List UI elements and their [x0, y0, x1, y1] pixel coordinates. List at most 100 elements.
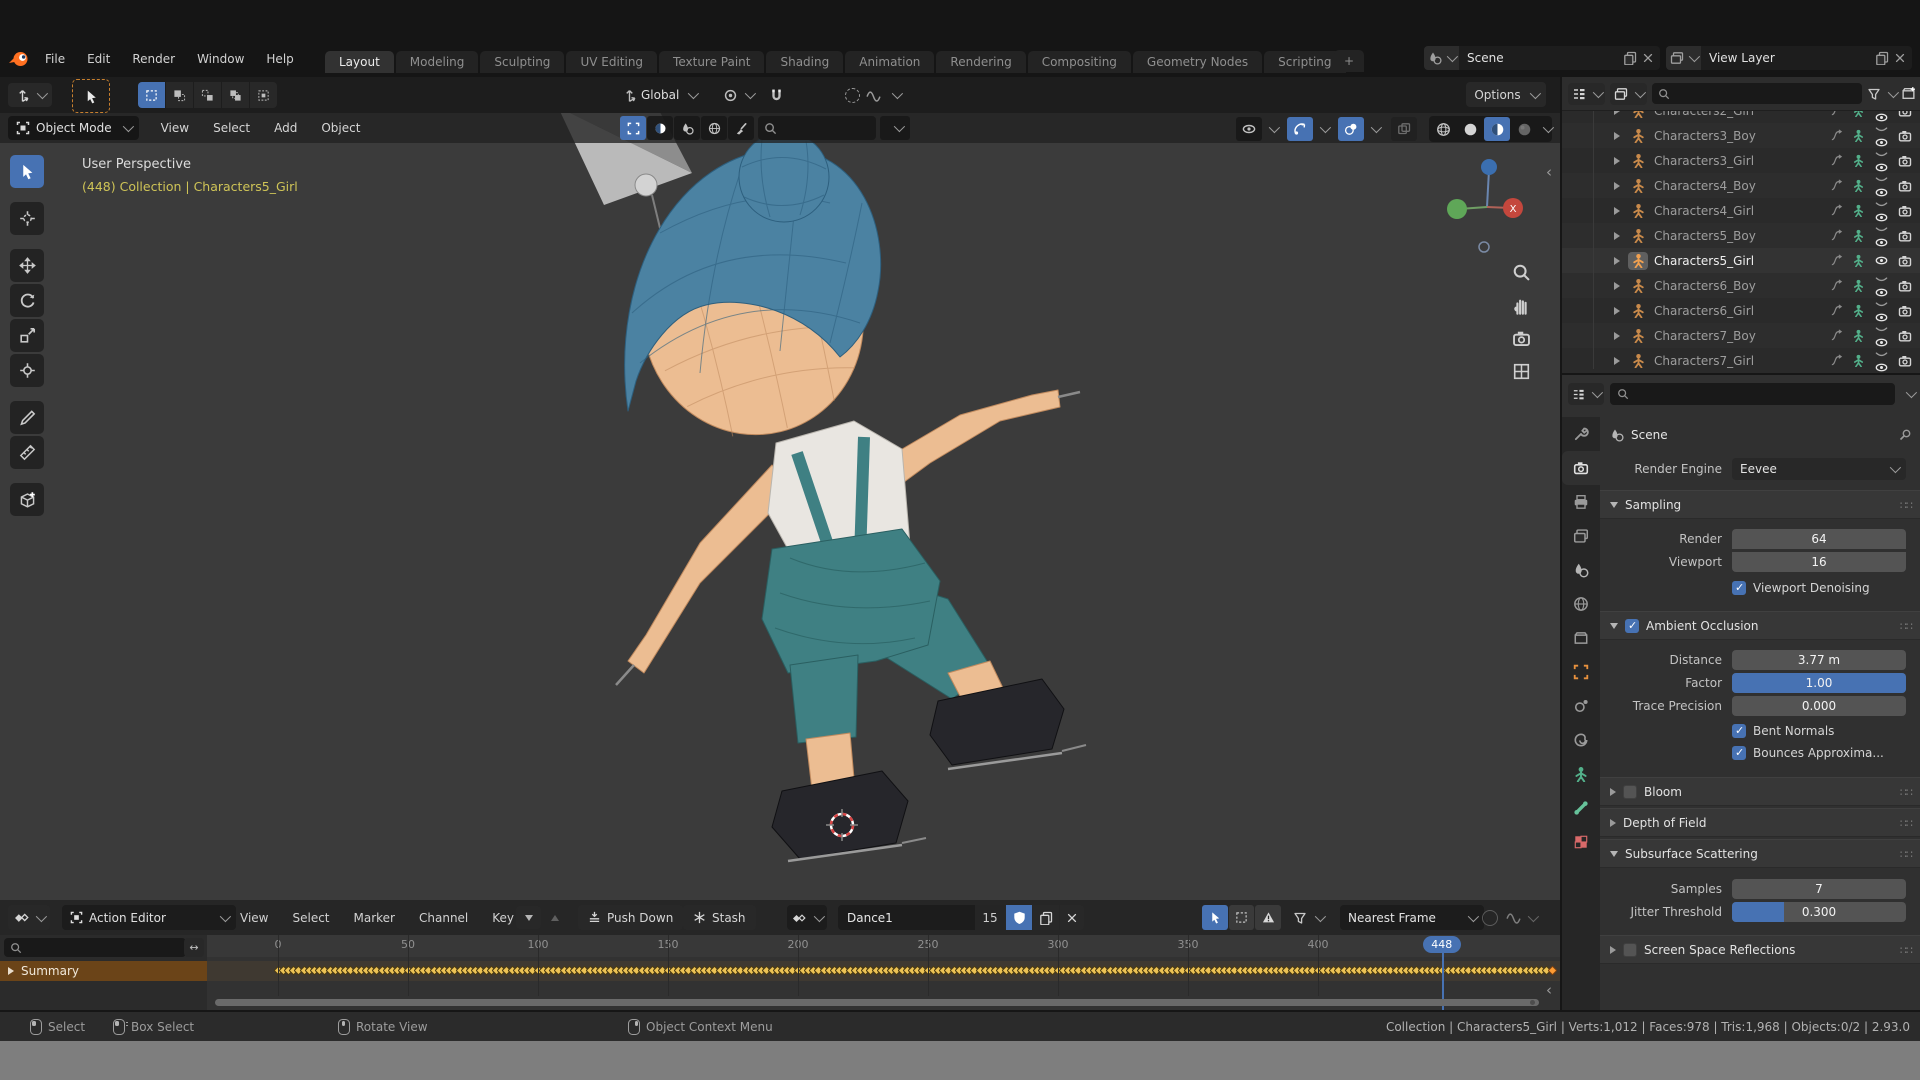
snap-toggle[interactable]: [769, 83, 784, 107]
shading-material-icon[interactable]: [1484, 117, 1510, 141]
close-view-layer-icon[interactable]: [1894, 52, 1906, 64]
filter-id-dropdown[interactable]: [1610, 82, 1647, 105]
properties-options-dropdown[interactable]: [1901, 387, 1914, 401]
sampling-render-field[interactable]: 64: [1732, 528, 1906, 549]
viewport-3d[interactable]: X Object Mode View Select Add Object Use…: [0, 113, 1560, 900]
filter-brush-icon[interactable]: [728, 116, 754, 140]
properties-tab-constraints[interactable]: [1562, 689, 1600, 723]
new-collection-button[interactable]: [1901, 86, 1916, 101]
scrollbar-handle[interactable]: [1530, 1000, 1535, 1005]
expand-icon[interactable]: [1614, 131, 1620, 140]
sampling-panel-header[interactable]: Sampling: [1600, 490, 1920, 519]
view-layer-name[interactable]: View Layer: [1701, 51, 1875, 65]
visibility-toggle[interactable]: [1874, 348, 1889, 374]
overlays-toggle-icon[interactable]: [1338, 117, 1364, 141]
properties-tab-collection[interactable]: [1562, 621, 1600, 655]
outliner-row[interactable]: Characters7_Girl: [1562, 348, 1920, 373]
tool-select-box-button[interactable]: [10, 155, 44, 188]
object-name[interactable]: Characters4_Girl: [1654, 204, 1830, 218]
snap-target-dropdown[interactable]: [723, 83, 753, 107]
visibility-toggle[interactable]: [1874, 198, 1889, 224]
expand-icon[interactable]: [1614, 256, 1620, 265]
object-name[interactable]: Characters7_Girl: [1654, 354, 1830, 368]
xray-toggle-icon[interactable]: [1391, 117, 1417, 141]
bloom-enable-checkbox[interactable]: [1623, 784, 1637, 799]
panel-drag-icon[interactable]: [1900, 847, 1912, 861]
dope-menu-item[interactable]: Marker: [342, 911, 407, 925]
ao-panel-header[interactable]: Ambient Occlusion: [1600, 611, 1920, 640]
filter-scene-icon[interactable]: [674, 116, 700, 140]
object-name[interactable]: Characters7_Boy: [1654, 329, 1830, 343]
outliner-row[interactable]: Characters3_Girl: [1562, 148, 1920, 173]
viewport-denoising-checkbox[interactable]: [1732, 581, 1746, 595]
topbar-menu-item[interactable]: Render: [121, 52, 186, 66]
sampling-viewport-field[interactable]: 16: [1732, 551, 1906, 572]
viewport-menu-item[interactable]: Select: [201, 121, 262, 135]
select-mode-intersect-button[interactable]: [250, 82, 277, 108]
outliner-row[interactable]: Characters2_Girl: [1562, 111, 1920, 123]
ortho-grid-icon[interactable]: [1512, 362, 1531, 381]
action-name-field[interactable]: Dance1: [838, 905, 983, 930]
render-visibility-icon[interactable]: [1898, 254, 1912, 268]
tool-move-button[interactable]: [10, 249, 44, 282]
viewport-menu-item[interactable]: View: [149, 121, 201, 135]
object-name[interactable]: Characters5_Boy: [1654, 229, 1830, 243]
properties-tab-bone[interactable]: [1562, 791, 1600, 825]
region-collapse-arrow[interactable]: ‹: [1546, 981, 1552, 999]
new-action-button[interactable]: [1033, 905, 1059, 930]
falloff-dropdown[interactable]: [887, 88, 900, 102]
dope-mode-dropdown[interactable]: Action Editor: [62, 905, 236, 930]
filter-object-icon[interactable]: [620, 116, 646, 140]
workspace-tab[interactable]: Compositing: [1027, 50, 1131, 73]
outliner-row[interactable]: Characters3_Boy: [1562, 123, 1920, 148]
pin-icon[interactable]: [1898, 428, 1912, 442]
action-browse-button[interactable]: [787, 905, 827, 930]
gizmos-dropdown[interactable]: [1315, 122, 1328, 136]
expand-icon[interactable]: [1614, 356, 1620, 365]
viewport-menu-item[interactable]: Object: [309, 121, 372, 135]
topbar-menu-item[interactable]: File: [34, 52, 76, 66]
properties-tab-material[interactable]: [1562, 825, 1600, 859]
tool-transform-button[interactable]: [10, 354, 44, 387]
expand-icon[interactable]: [1614, 181, 1620, 190]
outliner-row[interactable]: Characters5_Boy: [1562, 223, 1920, 248]
move-channel-up-button[interactable]: [543, 906, 566, 929]
dope-menu-item[interactable]: Channel: [407, 911, 480, 925]
fake-user-toggle[interactable]: [1006, 905, 1032, 930]
tool-measure-button[interactable]: [10, 436, 44, 469]
visibility-toggle[interactable]: [1874, 173, 1889, 199]
only-selected-toggle[interactable]: [1202, 905, 1228, 930]
properties-tab-output[interactable]: [1562, 485, 1600, 519]
visibility-toggle[interactable]: [1874, 223, 1889, 249]
close-scene-icon[interactable]: [1642, 52, 1654, 64]
render-visibility-icon[interactable]: [1898, 354, 1912, 368]
dope-editor-type-button[interactable]: [8, 905, 50, 930]
render-visibility-icon[interactable]: [1898, 329, 1912, 343]
workspace-tab[interactable]: Rendering: [936, 50, 1026, 73]
move-channel-down-button[interactable]: [516, 906, 541, 929]
object-name[interactable]: Characters2_Girl: [1654, 111, 1830, 118]
outliner-row[interactable]: Characters4_Boy: [1562, 173, 1920, 198]
new-scene-icon[interactable]: [1623, 51, 1637, 65]
action-users-count[interactable]: 15: [975, 905, 1005, 930]
tool-cursor-button[interactable]: [10, 202, 44, 235]
character-mesh[interactable]: [615, 131, 1087, 863]
proportional-edit-toggle[interactable]: [845, 87, 860, 103]
outliner-row[interactable]: Characters7_Boy: [1562, 323, 1920, 348]
object-name[interactable]: Characters6_Girl: [1654, 304, 1830, 318]
ao-distance-field[interactable]: 3.77 m: [1732, 649, 1906, 670]
filter-world-icon[interactable]: [701, 116, 727, 140]
falloff-dropdown[interactable]: [1506, 905, 1536, 930]
visibility-toggle[interactable]: [1874, 298, 1889, 324]
pan-hand-icon[interactable]: [1512, 296, 1531, 315]
workspace-tab[interactable]: Texture Paint: [659, 50, 765, 73]
only-errors-toggle[interactable]: [1255, 905, 1281, 930]
properties-tab-viewlayer[interactable]: [1562, 519, 1600, 553]
render-visibility-icon[interactable]: [1898, 179, 1912, 193]
stash-button[interactable]: Stash: [683, 905, 756, 930]
properties-tab-posedata[interactable]: [1562, 757, 1600, 791]
expand-icon[interactable]: [1614, 206, 1620, 215]
expand-icon[interactable]: [1614, 231, 1620, 240]
shading-dropdown[interactable]: [1538, 122, 1551, 136]
region-collapse-arrow[interactable]: ‹: [1546, 163, 1552, 181]
